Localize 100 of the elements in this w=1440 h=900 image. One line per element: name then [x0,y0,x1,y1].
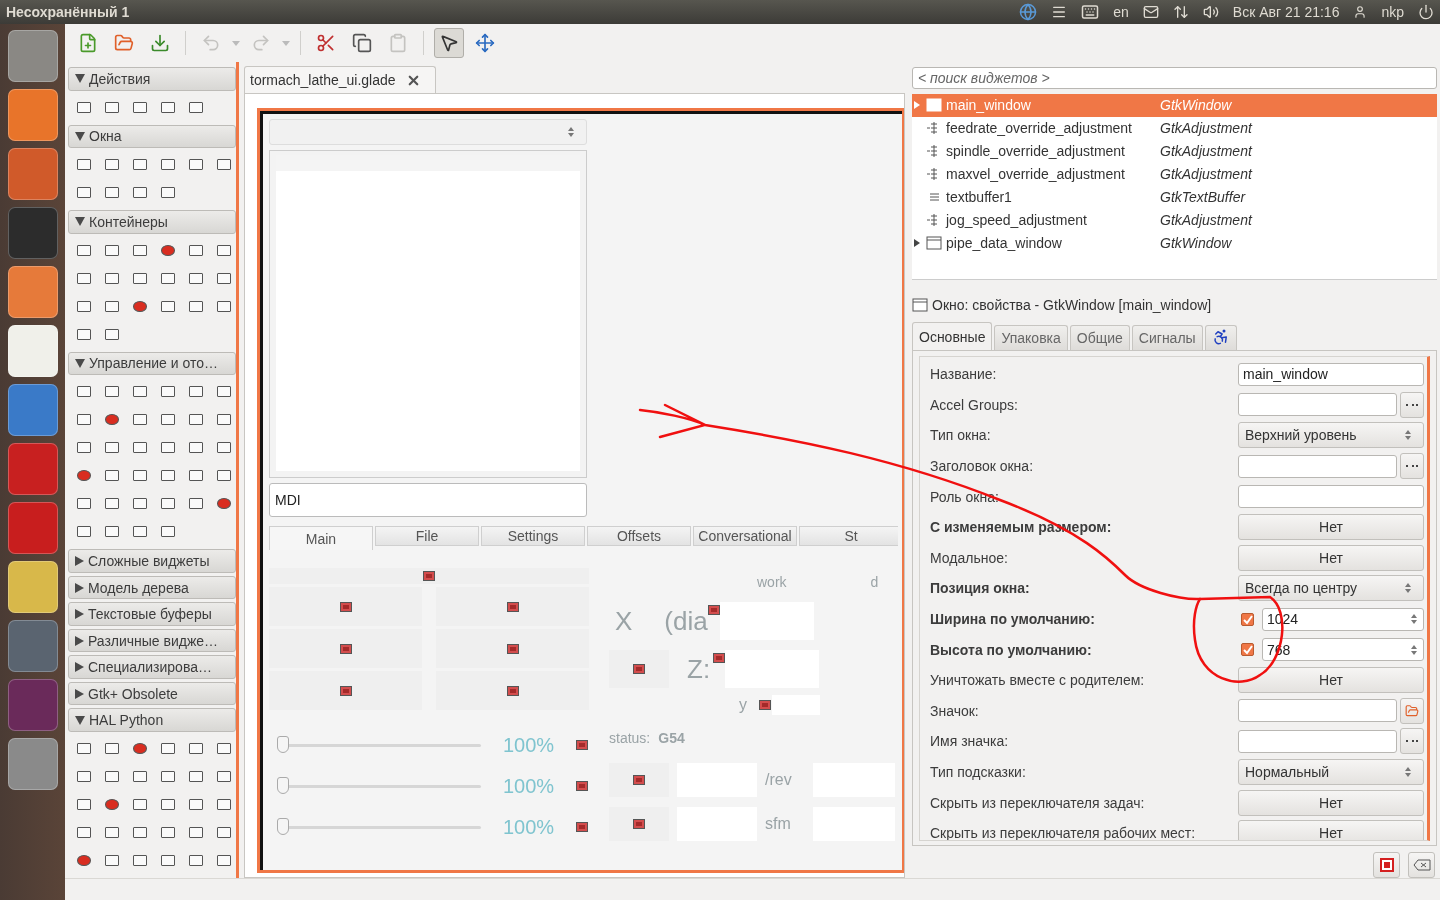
widget-icon[interactable] [217,470,231,482]
widget-icon[interactable] [161,442,175,454]
properties-tab[interactable]: Упаковка [994,325,1068,350]
widget-icon[interactable] [77,743,91,754]
widget-icon[interactable] [105,470,119,482]
widget-icon[interactable] [133,827,147,838]
user-name[interactable]: nkp [1381,4,1404,20]
widget-icon[interactable] [105,386,119,398]
notebook-tab[interactable]: Conversational [693,526,797,546]
widget-icon[interactable] [161,414,175,426]
widget-icon[interactable] [105,827,119,838]
notebook-tab[interactable]: Settings [481,526,585,546]
widget-icon[interactable] [217,743,231,754]
launcher-app-icon[interactable] [7,325,58,377]
palette-section-header[interactable]: Контейнеры [68,210,236,234]
dropdown[interactable]: Нормальный [1238,759,1424,785]
widget-icon[interactable] [217,771,231,782]
widget-icon[interactable] [189,743,203,754]
widget-icon[interactable] [77,799,91,810]
user-icon[interactable] [1353,5,1368,19]
widget-icon[interactable] [133,743,147,754]
widget-icon[interactable] [133,498,147,510]
widget-icon[interactable] [133,414,147,426]
volume-icon[interactable] [1202,4,1219,20]
tree-row[interactable]: jog_speed_adjustment GtkAdjustment [912,208,1437,232]
widget-icon[interactable] [217,855,231,866]
widget-icon[interactable] [189,244,203,256]
launcher-app-icon[interactable] [7,266,58,318]
text-field[interactable] [1238,485,1424,509]
widget-icon[interactable] [217,498,231,510]
widget-icon[interactable] [105,855,119,866]
widget-icon[interactable] [77,272,91,284]
widget-icon[interactable] [77,855,91,866]
widget-icon[interactable] [161,498,175,510]
widget-icon[interactable] [161,526,175,538]
widget-icon[interactable] [77,386,91,398]
launcher-app-icon[interactable] [7,89,58,141]
tree-row[interactable]: maxvel_override_adjustment GtkAdjustment [912,162,1437,186]
image-button[interactable] [269,568,589,584]
widget-icon[interactable] [189,827,203,838]
launcher-app-icon[interactable] [7,561,58,613]
widget-icon[interactable] [189,442,203,454]
mdi-field[interactable]: MDI [269,483,587,517]
clear-button[interactable] [1408,852,1435,878]
dropdown[interactable]: Всегда по центру [1238,575,1424,602]
delete-button[interactable] [1373,852,1400,878]
widget-icon[interactable] [133,855,147,866]
widget-icon[interactable] [77,442,91,454]
widget-icon[interactable] [133,442,147,454]
widget-icon[interactable] [133,799,147,810]
folder-button[interactable] [1400,697,1424,724]
widget-icon[interactable] [189,498,203,510]
launcher-app-icon[interactable] [7,738,58,790]
toggle-button[interactable]: Нет [1238,514,1424,541]
properties-tab[interactable]: Общие [1069,325,1130,350]
text-field[interactable]: main_window [1238,362,1424,386]
palette-section-header[interactable]: Действия [68,67,236,91]
widget-icon[interactable] [217,159,231,171]
widget-icon[interactable] [77,414,91,426]
widget-icon[interactable] [133,244,147,256]
widget-icon[interactable] [105,771,119,782]
dropdown[interactable]: Верхний уровень [1238,422,1424,449]
widget-icon[interactable] [105,414,119,426]
widget-icon[interactable] [133,159,147,171]
widget-icon[interactable] [161,386,175,398]
widget-icon[interactable] [217,827,231,838]
notebook-tab[interactable]: Main [269,526,373,550]
widget-icon[interactable] [133,272,147,284]
properties-tab[interactable]: Сигналы [1131,325,1203,350]
palette-section-header[interactable]: Окна [68,124,236,149]
widget-icon[interactable] [105,799,119,810]
widget-icon[interactable] [161,101,175,113]
palette-section-header[interactable]: Управление и ото… [68,351,236,376]
launcher-app-icon[interactable] [7,30,58,82]
widget-icon[interactable] [161,470,175,482]
widget-icon[interactable] [217,300,231,312]
widget-icon[interactable] [77,526,91,538]
tree-row[interactable]: feedrate_override_adjustment GtkAdjustment [912,116,1437,140]
widget-icon[interactable] [161,827,175,838]
slider-thumb[interactable] [277,776,289,794]
widget-icon[interactable] [161,799,175,810]
widget-icon[interactable] [161,244,175,256]
image-button[interactable] [609,763,669,797]
widget-icon[interactable] [161,187,175,199]
widget-icon[interactable] [217,442,231,454]
notebook-tab[interactable]: Offsets [587,526,691,546]
text-field[interactable] [1238,729,1397,753]
tree-row[interactable]: textbuffer1 GtkTextBuffer [912,185,1437,209]
text-field[interactable] [1238,699,1397,723]
widget-icon[interactable] [77,300,91,312]
widget-icon[interactable] [217,799,231,810]
widget-icon[interactable] [105,300,119,312]
widget-icon[interactable] [189,855,203,866]
widget-icon[interactable] [105,101,119,113]
widget-icon[interactable] [189,799,203,810]
widget-icon[interactable] [133,526,147,538]
properties-tab[interactable]: Основные [912,322,993,350]
palette-section-header[interactable]: Специализирова… [68,655,236,679]
toggle-button[interactable]: Нет [1238,820,1424,840]
pointer-button[interactable] [434,28,464,58]
